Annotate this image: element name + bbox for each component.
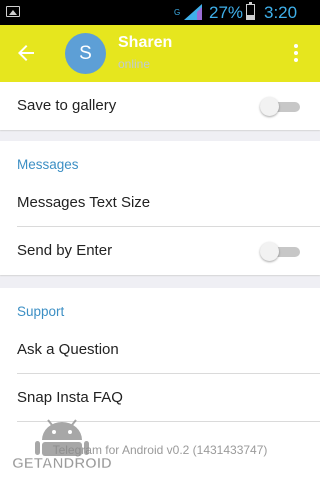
back-arrow-icon[interactable] (14, 41, 38, 65)
send-by-enter-label: Send by Enter (17, 242, 113, 259)
status-bar: G 27% 3:20 PM (0, 0, 320, 42)
battery-level (247, 15, 254, 19)
save-to-gallery-label: Save to gallery (17, 97, 117, 114)
ask-question-label: Ask a Question (17, 341, 119, 358)
ask-question-row[interactable]: Ask a Question (0, 326, 320, 374)
image-notification-icon (6, 6, 20, 17)
save-to-gallery-row[interactable]: Save to gallery (0, 82, 320, 130)
faq-label: Snap Insta FAQ (17, 389, 123, 406)
network-type: G (174, 8, 181, 17)
signal-icon (184, 4, 202, 20)
support-section-header: Support (17, 304, 65, 319)
messages-text-size-row[interactable]: Messages Text Size (0, 179, 320, 227)
contact-name: Sharen (118, 34, 173, 51)
messages-section: Messages Messages Text Size Send by Ente… (0, 141, 320, 275)
send-by-enter-toggle[interactable] (260, 242, 300, 261)
send-by-enter-row[interactable]: Send by Enter (0, 227, 320, 275)
more-vert-icon[interactable] (284, 41, 308, 65)
gallery-section: Save to gallery (0, 82, 320, 130)
avatar[interactable]: S (65, 33, 106, 74)
battery-percent: 27% (209, 3, 244, 22)
save-to-gallery-toggle[interactable] (260, 97, 300, 116)
faq-row[interactable]: Snap Insta FAQ (0, 374, 320, 422)
version-footer: Telegram for Android v0.2 (1431433747) (52, 443, 268, 457)
contact-status: online (118, 57, 151, 71)
messages-section-header: Messages (17, 157, 79, 172)
action-bar: S Sharen online (0, 25, 320, 82)
battery-icon (246, 2, 255, 20)
messages-text-size-label: Messages Text Size (17, 194, 151, 211)
